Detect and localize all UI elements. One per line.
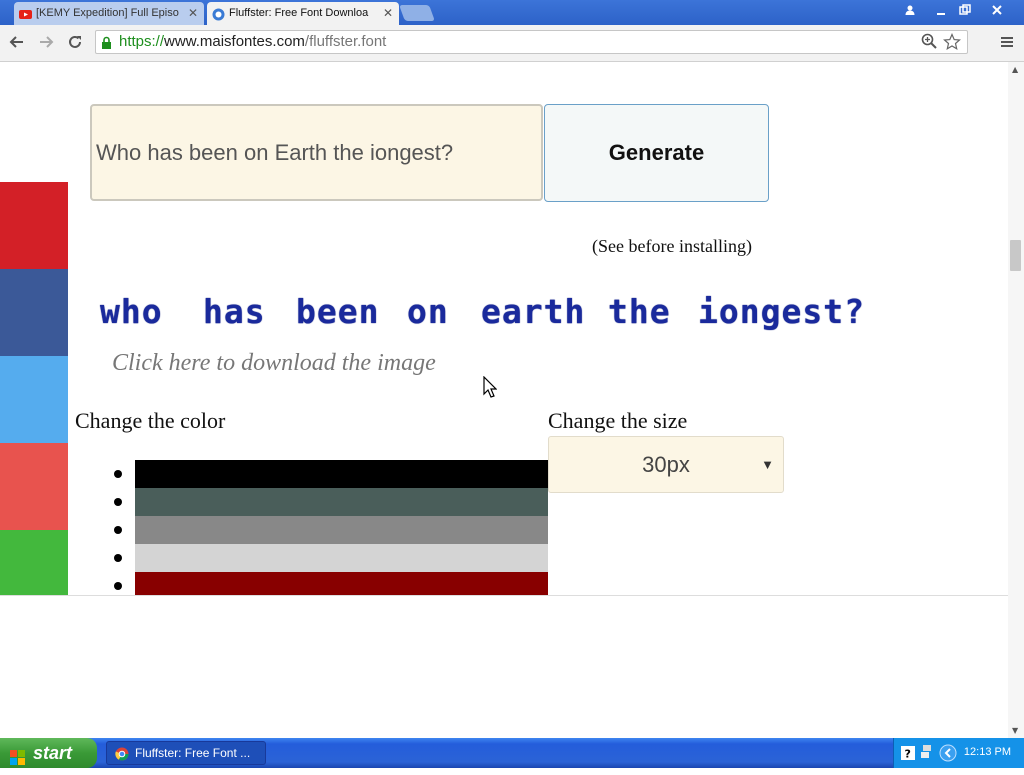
- page-viewport: Who has been on Earth the iongest? Gener…: [0, 62, 1008, 738]
- reload-icon[interactable]: [64, 31, 86, 53]
- color-swatch[interactable]: [135, 544, 548, 572]
- network-icon[interactable]: [921, 743, 933, 763]
- zoom-icon[interactable]: [921, 33, 937, 53]
- taskbar-item-label: Fluffster: Free Font ...: [135, 746, 251, 760]
- tab-strip: [KEMY Expedition] Full Episo ✕ Fluffster…: [0, 0, 1024, 25]
- color-swatch[interactable]: [135, 460, 548, 488]
- dropdown-arrow-icon: ▼: [761, 457, 774, 472]
- change-size-label: Change the size: [548, 408, 688, 433]
- start-button[interactable]: start: [0, 738, 97, 768]
- size-select-value: 30px: [642, 452, 690, 477]
- taskbar-item-chrome[interactable]: Fluffster: Free Font ...: [106, 741, 266, 765]
- scroll-down-icon[interactable]: ▼: [1012, 726, 1018, 735]
- share-facebook-button[interactable]: [0, 269, 68, 356]
- tab-close-icon[interactable]: ✕: [383, 2, 393, 24]
- url-text: https://www.maisfontes.com/fluffster.fon…: [119, 32, 386, 52]
- address-bar[interactable]: https://www.maisfontes.com/fluffster.fon…: [95, 30, 968, 54]
- url-scheme: https://: [119, 33, 165, 50]
- windows-taskbar: start Fluffster: Free Font ... ? 12:13 P…: [0, 738, 1024, 768]
- preview-word: who: [100, 292, 163, 331]
- change-color-label: Change the color: [75, 408, 226, 433]
- color-swatch[interactable]: [135, 516, 548, 544]
- maisfontes-icon: [212, 7, 225, 21]
- youtube-icon: [19, 7, 32, 20]
- tab-kemy[interactable]: [KEMY Expedition] Full Episo ✕: [14, 2, 204, 25]
- page-divider: [0, 595, 1008, 596]
- tab-close-icon[interactable]: ✕: [188, 2, 198, 24]
- preview-word: the: [608, 292, 671, 331]
- lock-icon: [101, 35, 112, 49]
- list-bullet: [114, 498, 122, 506]
- vertical-scrollbar[interactable]: ▲ ▼: [1008, 62, 1024, 738]
- forward-icon[interactable]: [35, 31, 57, 53]
- url-path: /fluffster.font: [304, 33, 387, 50]
- tab-title: [KEMY Expedition] Full Episo: [36, 7, 179, 19]
- help-icon[interactable]: ?: [901, 745, 915, 764]
- list-bullet: [114, 470, 122, 478]
- share-facebook-red-button[interactable]: [0, 182, 68, 269]
- start-label: start: [33, 743, 73, 763]
- profile-icon[interactable]: [897, 1, 923, 19]
- show-hidden-icons-icon[interactable]: [939, 744, 957, 766]
- preview-text-input[interactable]: Who has been on Earth the iongest?: [90, 104, 543, 201]
- window-close-icon[interactable]: [984, 1, 1010, 19]
- tab-title: Fluffster: Free Font Downloa: [229, 7, 369, 19]
- restore-icon[interactable]: [952, 1, 978, 19]
- list-bullet: [114, 582, 122, 590]
- share-whatsapp-button[interactable]: [0, 530, 68, 595]
- preview-word: earth: [481, 292, 586, 331]
- list-bullet: [114, 526, 122, 534]
- size-select[interactable]: 30px ▼: [548, 436, 784, 493]
- color-swatch[interactable]: [135, 572, 548, 595]
- list-bullet: [114, 554, 122, 562]
- scrollbar-thumb[interactable]: [1010, 240, 1021, 271]
- preview-word: on: [407, 292, 449, 331]
- share-google-button[interactable]: [0, 443, 68, 530]
- preview-word: has: [203, 292, 266, 331]
- generate-button[interactable]: Generate: [544, 104, 769, 202]
- download-image-link[interactable]: Click here to download the image: [112, 350, 436, 377]
- back-icon[interactable]: [6, 31, 28, 53]
- bookmark-star-icon[interactable]: [943, 32, 961, 55]
- browser-toolbar: https://www.maisfontes.com/fluffster.fon…: [0, 25, 1024, 62]
- preview-word: been: [296, 292, 380, 331]
- system-tray: ? 12:13 PM: [893, 738, 1024, 768]
- scroll-up-icon[interactable]: ▲: [1012, 65, 1018, 74]
- see-before-installing-heading: (See before installing): [592, 236, 752, 256]
- taskbar-clock: 12:13 PM: [963, 746, 1011, 758]
- svg-text:?: ?: [905, 748, 911, 761]
- chrome-icon: [115, 746, 129, 761]
- minimize-icon[interactable]: [928, 1, 954, 19]
- share-twitter-button[interactable]: [0, 356, 68, 443]
- color-swatch[interactable]: [135, 488, 548, 516]
- windows-logo-icon: [10, 745, 26, 765]
- tab-fluffster[interactable]: Fluffster: Free Font Downloa ✕: [207, 2, 399, 25]
- menu-icon[interactable]: [996, 31, 1018, 53]
- mouse-cursor-icon: [483, 375, 498, 402]
- preview-word: iongest?: [698, 292, 865, 331]
- new-tab-button[interactable]: [399, 5, 435, 21]
- url-host: www.maisfontes.com: [164, 33, 305, 50]
